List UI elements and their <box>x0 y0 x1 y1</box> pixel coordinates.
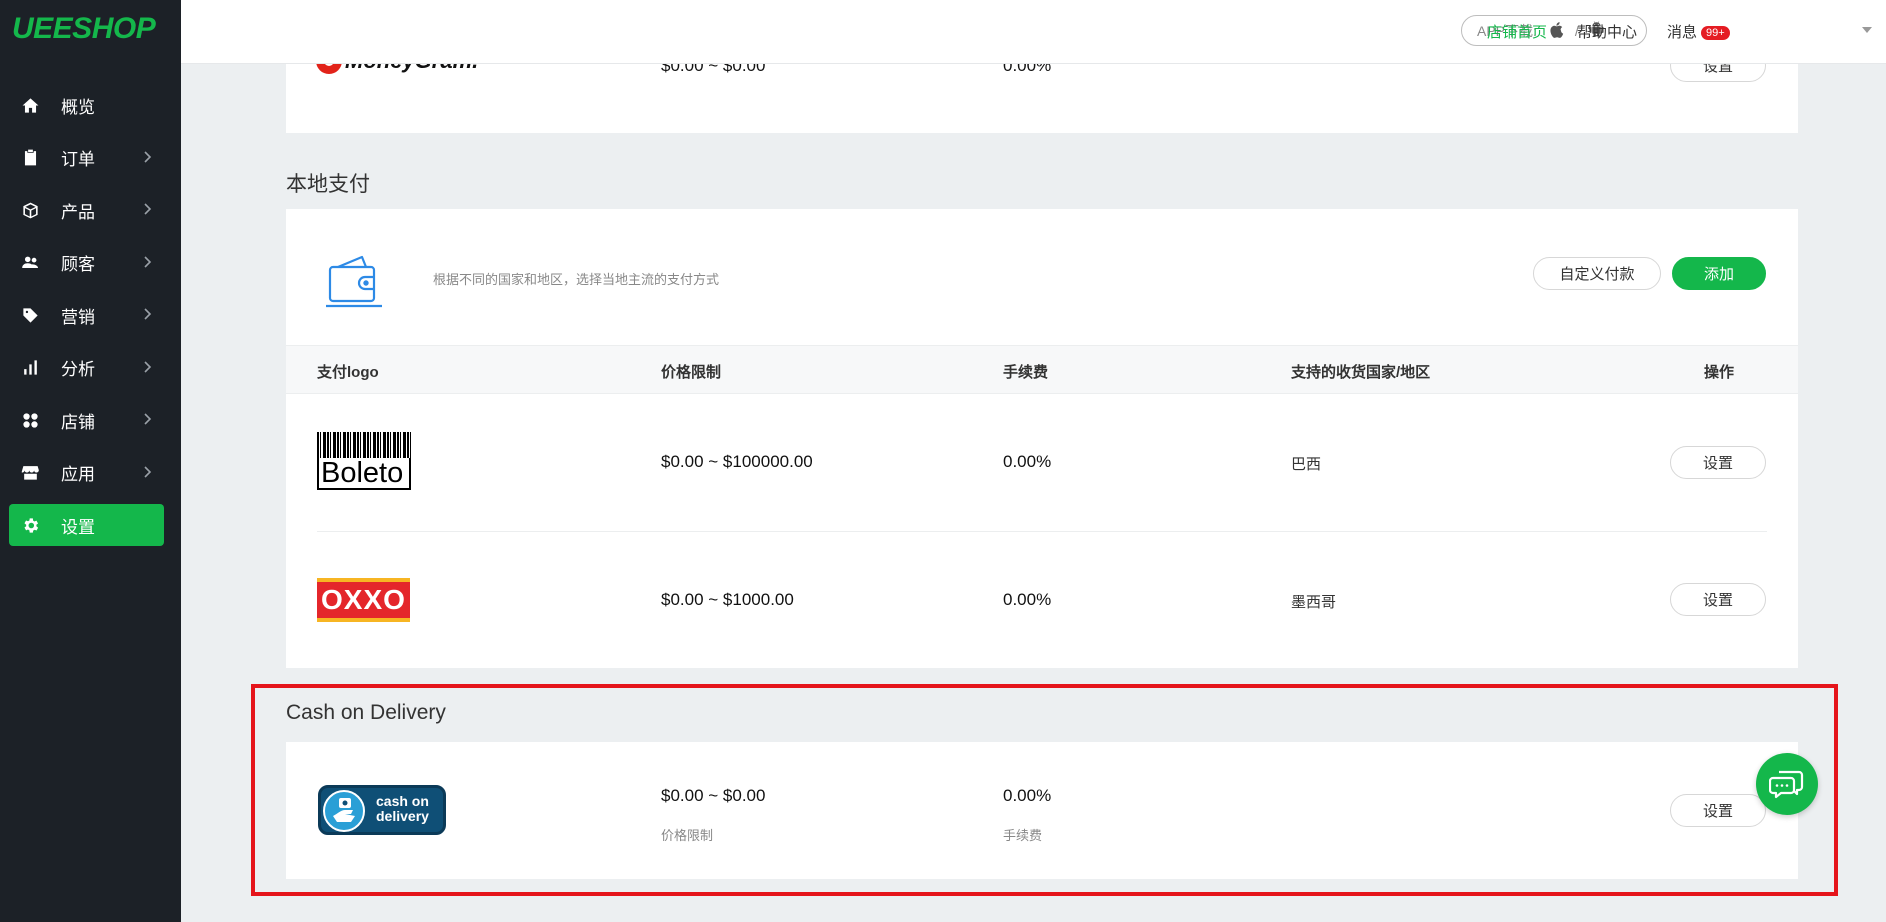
tag-icon <box>19 304 41 326</box>
cod-title: Cash on Delivery <box>286 701 446 724</box>
table-row: Boleto $0.00 ~ $100000.00 0.00% 巴西 设置 <box>286 394 1798 531</box>
chat-button[interactable] <box>1756 753 1818 815</box>
fee-value: 0.00% <box>1003 786 1052 805</box>
sidebar-item-orders[interactable]: 订单 <box>9 137 164 179</box>
cod-hand-icon <box>323 790 365 832</box>
chat-icon <box>1769 770 1804 799</box>
fee-caption: 手续费 <box>1003 828 1043 843</box>
column-header-fee: 手续费 <box>1003 364 1049 381</box>
price-caption: 价格限制 <box>661 828 714 843</box>
oxxo-settings-button[interactable]: 设置 <box>1670 583 1766 616</box>
sidebar-item-label: 概览 <box>61 97 95 117</box>
sidebar-item-store[interactable]: 店铺 <box>9 399 164 441</box>
local-payment-description: 根据不同的国家和地区，选择当地主流的支付方式 <box>433 272 720 287</box>
help-center-link[interactable]: 帮助中心 <box>1577 21 1637 42</box>
wallet-icon <box>324 253 384 314</box>
clipboard-icon <box>19 147 41 169</box>
grid-icon <box>19 409 41 431</box>
sidebar: UEESHOP 概览 订单 产品 顾客 营销 分析 店铺 应用 设置 <box>0 0 181 922</box>
messages-label: 消息 <box>1667 24 1698 41</box>
sidebar-item-apps[interactable]: 应用 <box>9 452 164 494</box>
chevron-right-icon <box>140 254 154 268</box>
chevron-right-icon <box>140 201 154 215</box>
boleto-wordmark: Boleto <box>317 458 411 490</box>
caret-down-icon[interactable] <box>1862 27 1872 33</box>
sidebar-item-label: 分析 <box>61 360 95 379</box>
chevron-right-icon <box>140 149 154 163</box>
column-header-countries: 支持的收货国家/地区 <box>1291 364 1431 381</box>
cod-card: cash on delivery $0.00 ~ $0.00 价格限制 0.00… <box>286 742 1798 879</box>
local-payment-card: 根据不同的国家和地区，选择当地主流的支付方式 自定义付款 添加 支付logo 价… <box>286 209 1798 668</box>
countries-value: 巴西 <box>1291 456 1322 473</box>
sidebar-item-marketing[interactable]: 营销 <box>9 294 164 336</box>
column-header-action: 操作 <box>1704 364 1735 381</box>
home-icon <box>19 94 41 116</box>
sidebar-item-label: 营销 <box>61 307 95 327</box>
custom-payment-button[interactable]: 自定义付款 <box>1533 257 1661 290</box>
bar-chart-icon <box>19 357 41 379</box>
sidebar-item-customers[interactable]: 顾客 <box>9 242 164 284</box>
sidebar-item-settings[interactable]: 设置 <box>9 504 164 546</box>
add-button[interactable]: 添加 <box>1672 257 1766 290</box>
boleto-settings-button[interactable]: 设置 <box>1670 446 1766 479</box>
price-range: $0.00 ~ $100000.00 <box>661 452 813 471</box>
countries-value: 墨西哥 <box>1291 594 1337 611</box>
chevron-right-icon <box>140 411 154 425</box>
fee-value: 0.00% <box>1003 590 1052 609</box>
users-icon <box>19 252 41 274</box>
cod-settings-button[interactable]: 设置 <box>1670 794 1766 827</box>
column-header-logo: 支付logo <box>317 364 379 381</box>
sidebar-item-label: 应用 <box>61 465 95 484</box>
sidebar-item-label: 顾客 <box>61 255 95 274</box>
chevron-right-icon <box>140 464 154 478</box>
chevron-right-icon <box>140 306 154 320</box>
table-row: OXXO $0.00 ~ $1000.00 0.00% 墨西哥 设置 <box>286 532 1798 668</box>
brand-logo[interactable]: UEESHOP <box>12 12 156 46</box>
column-header-price: 价格限制 <box>661 364 722 381</box>
sidebar-item-label: 产品 <box>61 202 95 222</box>
price-range: $0.00 ~ $1000.00 <box>661 590 794 609</box>
sidebar-item-label: 店铺 <box>61 412 95 432</box>
cod-logo-text: cash on delivery <box>376 793 429 824</box>
store-home-link[interactable]: 店铺首页 <box>1487 21 1547 42</box>
boleto-logo: Boleto <box>317 432 411 490</box>
oxxo-wordmark: OXXO <box>321 584 406 615</box>
sidebar-item-label: 设置 <box>61 517 95 537</box>
apple-icon[interactable] <box>1549 21 1566 41</box>
top-bar: APP下载: / 店铺首页 帮助中心 消息 99+ <box>181 0 1886 64</box>
box-icon <box>19 199 41 221</box>
messages-badge: 99+ <box>1701 26 1730 40</box>
sidebar-item-overview[interactable]: 概览 <box>9 84 164 126</box>
sidebar-nav: 概览 订单 产品 顾客 营销 分析 店铺 应用 设置 <box>9 84 164 557</box>
cod-logo: cash on delivery <box>318 785 446 835</box>
price-range: $0.00 ~ $0.00 <box>661 786 766 805</box>
fee-value: 0.00% <box>1003 452 1052 471</box>
sidebar-item-label: 订单 <box>61 150 95 169</box>
sidebar-item-analytics[interactable]: 分析 <box>9 347 164 389</box>
store-icon <box>19 462 41 484</box>
gear-icon <box>19 514 41 536</box>
messages-link[interactable]: 消息 99+ <box>1667 21 1730 42</box>
table-header: 支付logo 价格限制 手续费 支持的收货国家/地区 操作 <box>286 345 1798 394</box>
local-payment-title: 本地支付 <box>286 173 370 196</box>
chevron-right-icon <box>140 359 154 373</box>
oxxo-logo: OXXO <box>317 578 410 622</box>
sidebar-item-products[interactable]: 产品 <box>9 189 164 231</box>
